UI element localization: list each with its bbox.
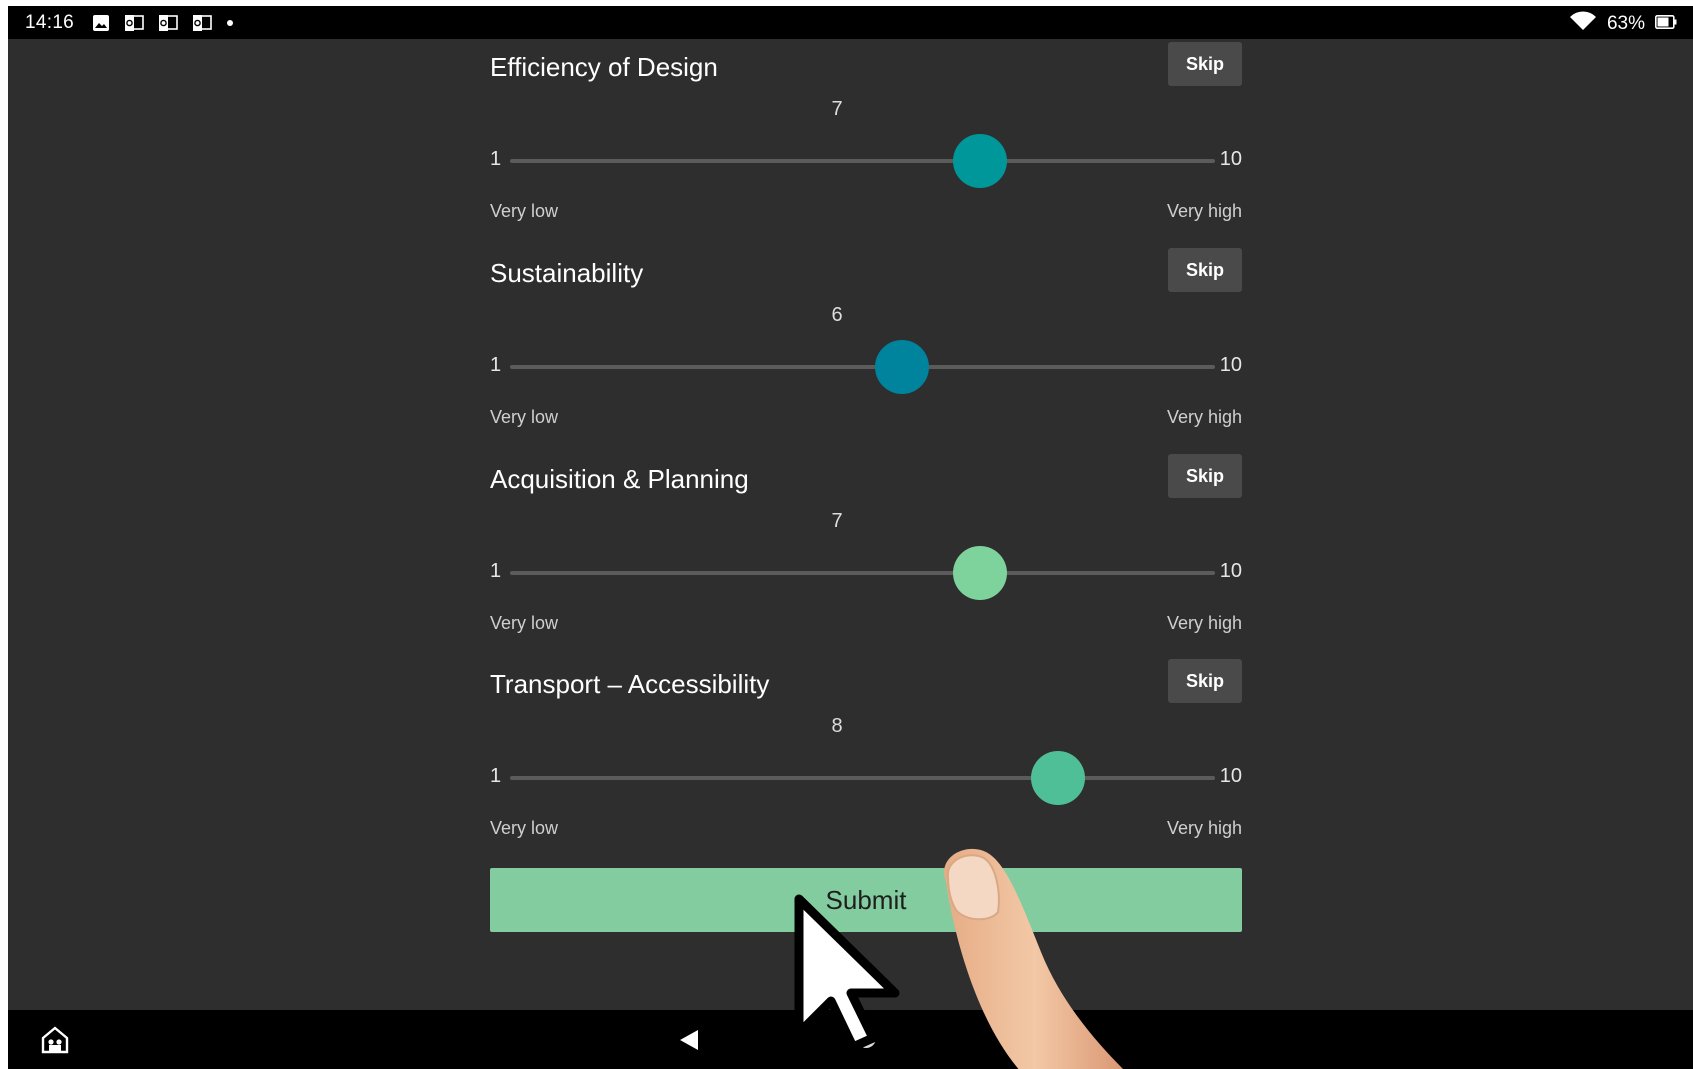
slider-thumb[interactable] — [1031, 751, 1086, 805]
finger-pointer-overlay — [926, 842, 1126, 1069]
slider-max-label: 10 — [1219, 560, 1242, 582]
question-title: Sustainability — [490, 258, 644, 288]
question-title: Transport – Accessibility — [490, 669, 770, 699]
slider-value: 8 — [831, 715, 843, 737]
skip-button[interactable]: Skip — [1168, 454, 1242, 498]
slider-min-label: 1 — [490, 560, 502, 582]
slider-thumb[interactable] — [874, 340, 929, 394]
slider-min-label: 1 — [490, 148, 502, 170]
slider-max-label: 10 — [1219, 765, 1242, 787]
slider-thumb[interactable] — [953, 546, 1007, 600]
skip-button[interactable]: Skip — [1168, 42, 1242, 86]
slider-track[interactable] — [510, 571, 1215, 575]
rating-form: Efficiency of Design Skip 7 1 10 Very lo… — [482, 6, 1242, 1016]
outlook-icon — [192, 14, 212, 32]
outlook-icon — [158, 14, 178, 32]
low-label: Very low — [490, 613, 559, 633]
high-label: Very high — [1166, 201, 1242, 221]
question-sustainability: Sustainability Skip 6 1 10 Very low Very… — [482, 248, 1242, 453]
high-label: Very high — [1166, 818, 1242, 838]
wifi-icon — [1569, 11, 1597, 37]
slider-thumb[interactable] — [953, 134, 1007, 188]
slider-track[interactable] — [510, 159, 1215, 163]
question-efficiency-of-design: Efficiency of Design Skip 7 1 10 Very lo… — [482, 42, 1242, 247]
slider-track[interactable] — [510, 776, 1215, 780]
skip-button[interactable]: Skip — [1168, 659, 1242, 703]
slider-track[interactable] — [510, 365, 1215, 369]
back-icon[interactable] — [678, 1029, 700, 1056]
battery-icon — [1655, 13, 1677, 35]
question-title: Efficiency of Design — [490, 52, 718, 82]
slider-max-label: 10 — [1219, 148, 1242, 170]
status-right: 63% — [1569, 11, 1677, 37]
slider-min-label: 1 — [490, 354, 502, 376]
high-label: Very high — [1166, 407, 1242, 427]
status-time: 14:16 — [25, 12, 75, 33]
app-screen: 14:16 63% Efficiency of Design Skip 7 1 … — [8, 6, 1693, 1069]
question-transport-accessibility: Transport – Accessibility Skip 8 1 10 Ve… — [482, 659, 1242, 864]
low-label: Very low — [490, 407, 559, 427]
low-label: Very low — [490, 201, 559, 221]
question-title: Acquisition & Planning — [490, 464, 749, 494]
high-label: Very high — [1166, 613, 1242, 633]
slider-max-label: 10 — [1219, 354, 1242, 376]
slider-value: 7 — [831, 98, 843, 120]
dot-icon — [226, 19, 234, 27]
image-icon — [92, 14, 110, 32]
slider-value: 7 — [831, 510, 843, 532]
low-label: Very low — [490, 818, 559, 838]
skip-button[interactable]: Skip — [1168, 248, 1242, 292]
slider-value: 6 — [831, 304, 843, 326]
question-acquisition-planning: Acquisition & Planning Skip 7 1 10 Very … — [482, 454, 1242, 659]
slider-min-label: 1 — [490, 765, 502, 787]
notification-icons — [92, 14, 234, 32]
outlook-icon — [124, 14, 144, 32]
battery-percentage: 63% — [1606, 13, 1645, 34]
home-launcher-icon[interactable] — [40, 1026, 70, 1059]
mouse-cursor-icon — [793, 893, 903, 1058]
